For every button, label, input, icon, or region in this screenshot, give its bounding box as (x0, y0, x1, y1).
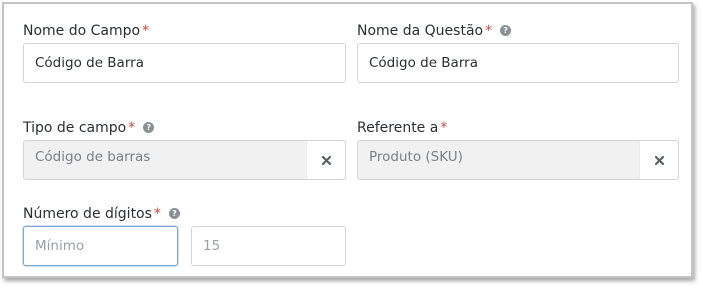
nome-do-campo-value: Código de Barra (35, 55, 144, 71)
question-circle-icon[interactable]: ? (500, 25, 512, 36)
maximo-value: 15 (203, 238, 221, 254)
tipo-de-campo-group: Tipo de campo *? (23, 119, 155, 137)
nome-da-questao-group: Nome da Questão *? (357, 22, 512, 40)
question-circle-icon[interactable]: ? (143, 122, 155, 133)
nome-do-campo-label-text: Nome do Campo (23, 23, 141, 39)
required-asterisk: * (153, 206, 161, 222)
referente-a-label-text: Referente a (357, 120, 439, 136)
maximo-input[interactable]: 15 (191, 226, 346, 266)
nome-da-questao-input[interactable]: Código de Barra (357, 43, 679, 83)
required-asterisk: * (485, 23, 493, 39)
nome-da-questao-label-text: Nome da Questão (357, 23, 484, 39)
referente-a-select[interactable]: Produto (SKU) (357, 140, 679, 180)
clear-tipo-de-campo-button[interactable] (306, 141, 345, 179)
numero-de-digitos-label: Número de dígitos *? (23, 205, 180, 223)
tipo-de-campo-value: Código de barras (35, 149, 151, 165)
nome-da-questao-label: Nome da Questão *? (357, 22, 512, 40)
nome-do-campo-label: Nome do Campo * (23, 22, 149, 40)
referente-a-group: Referente a * (357, 119, 447, 137)
referente-a-value: Produto (SKU) (369, 149, 463, 165)
times-icon (321, 155, 331, 165)
required-asterisk: * (440, 120, 448, 136)
nome-do-campo-input[interactable]: Código de Barra (23, 43, 346, 83)
nome-da-questao-value: Código de Barra (369, 55, 478, 71)
numero-de-digitos-group: Número de dígitos *? (23, 205, 180, 223)
tipo-de-campo-label-text: Tipo de campo (23, 120, 127, 136)
nome-do-campo-group: Nome do Campo * (23, 22, 149, 40)
minimo-input[interactable]: Mínimo (23, 226, 178, 266)
form-panel: Nome do Campo * Código de Barra Nome da Q… (2, 2, 693, 278)
tipo-de-campo-label: Tipo de campo *? (23, 119, 155, 137)
numero-de-digitos-label-text: Número de dígitos (23, 206, 152, 222)
question-circle-icon[interactable]: ? (168, 208, 180, 219)
clear-referente-a-button[interactable] (639, 141, 678, 179)
tipo-de-campo-select[interactable]: Código de barras (23, 140, 346, 180)
referente-a-label: Referente a * (357, 119, 447, 137)
minimo-placeholder: Mínimo (35, 238, 85, 254)
required-asterisk: * (142, 23, 150, 39)
required-asterisk: * (128, 120, 136, 136)
times-icon (654, 155, 664, 165)
